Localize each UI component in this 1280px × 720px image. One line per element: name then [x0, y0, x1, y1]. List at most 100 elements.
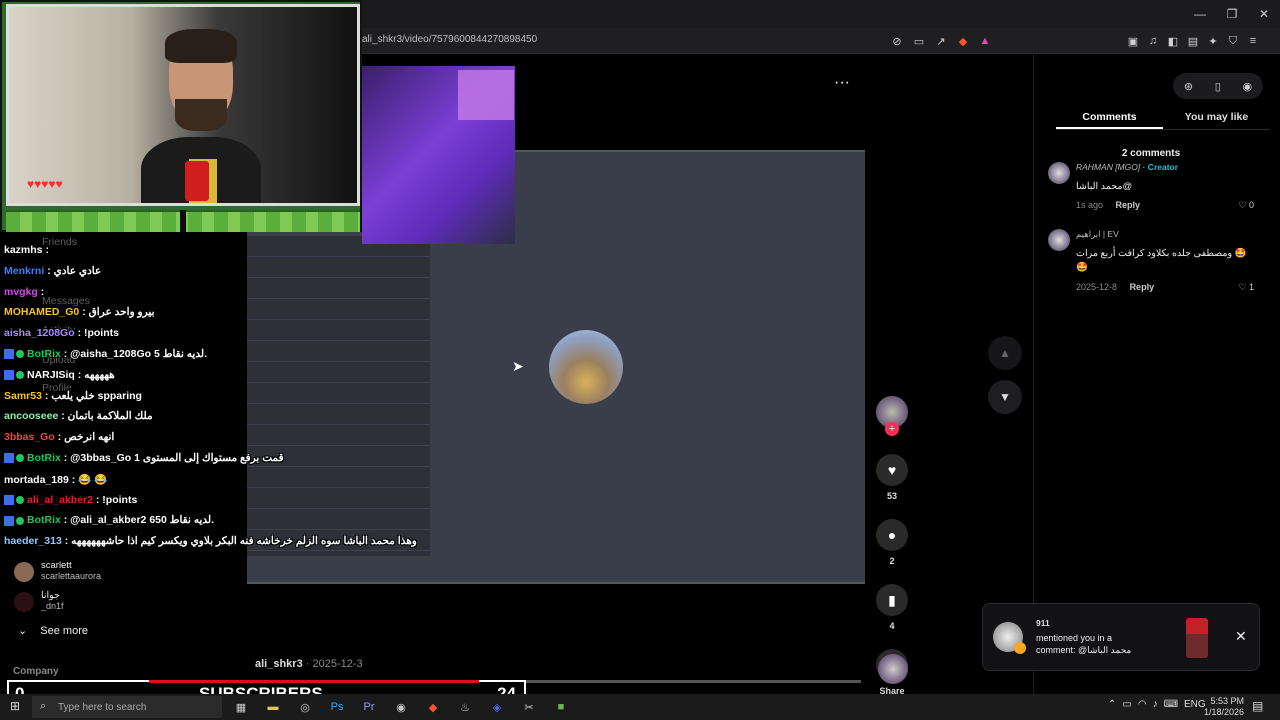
mention-notification[interactable]: 911 mentioned you in a comment: @محمد ال… — [982, 603, 1260, 671]
network-icon[interactable]: ▭ — [1122, 699, 1131, 710]
chat-message: 3bbas_Go : انهه انرخص — [4, 431, 114, 443]
start-windows-icon[interactable]: ⊞ — [10, 699, 20, 713]
sound-avatar[interactable] — [878, 654, 908, 684]
following-name: جوانا — [41, 590, 60, 601]
tab-you-may-like[interactable]: You may like — [1163, 108, 1270, 129]
chat-username[interactable]: ali_al_akber2 — [27, 494, 93, 506]
comment-author[interactable]: ابراهيم | EV — [1076, 229, 1119, 240]
comment-avatar[interactable] — [1048, 229, 1070, 251]
chat-message: aisha_1208Go : !points — [4, 327, 119, 339]
chevron-down-icon[interactable]: ▼ — [988, 380, 1022, 414]
chat-username[interactable]: haeder_313 — [4, 535, 62, 547]
chat-status-icon — [16, 495, 24, 504]
chevron-up-icon[interactable]: ⌃ — [1108, 699, 1116, 710]
discord-icon[interactable]: ◈ — [486, 696, 508, 718]
comment-like[interactable]: ♡ 0 — [1238, 200, 1254, 211]
mouse-cursor-icon: ➤ — [512, 358, 524, 374]
author-name[interactable]: ali_shkr3 — [255, 658, 303, 670]
webcam-overlay: ♥♥♥♥♥ — [0, 0, 362, 232]
url-field[interactable]: ali_shkr3/video/7579600844270898450 — [362, 34, 537, 45]
sidebar-icon[interactable]: ◧ — [1164, 32, 1182, 50]
steam-icon[interactable]: ♨ — [454, 696, 476, 718]
language-indicator[interactable]: ENG — [1184, 699, 1206, 710]
obs-icon[interactable]: ◉ — [390, 696, 412, 718]
footer-company-link[interactable]: Company — [13, 666, 59, 677]
compass-icon[interactable]: ⊛ — [1184, 80, 1193, 93]
wallet-icon[interactable]: ▤ — [1184, 32, 1202, 50]
task-view-icon[interactable]: ▦ — [230, 696, 252, 718]
minecraft-icon[interactable]: ■ — [550, 696, 572, 718]
premiere-icon[interactable]: Pr — [358, 696, 380, 718]
chat-text: : — [40, 285, 45, 298]
comment-icon[interactable]: ● — [876, 519, 908, 551]
save-count: 4 — [889, 621, 895, 631]
comment-like[interactable]: ♡ 1 — [1238, 282, 1254, 293]
music-icon[interactable]: ♫ — [1144, 32, 1162, 50]
vpn-icon[interactable]: ⛉ — [1224, 32, 1242, 50]
chevron-up-icon[interactable]: ▲ — [988, 336, 1022, 370]
reply-button[interactable]: Reply — [1116, 200, 1141, 210]
tab-comments[interactable]: Comments — [1056, 108, 1163, 129]
chat-text: : !points — [95, 493, 138, 506]
chat-username[interactable]: BotRix — [27, 348, 61, 360]
brave-rewards-icon[interactable]: ▲ — [976, 32, 994, 50]
comment-avatar[interactable] — [1048, 162, 1070, 184]
share-page-icon[interactable]: ↗ — [932, 32, 950, 50]
chat-username[interactable]: ancooseee — [4, 410, 58, 422]
chat-username[interactable]: kazmhs — [4, 244, 43, 256]
chat-username[interactable]: BotRix — [27, 452, 61, 464]
like-icon[interactable]: ♥ — [876, 454, 908, 486]
chat-username[interactable]: mvgkg — [4, 286, 38, 298]
following-item[interactable]: جوانا _dn1f — [14, 590, 154, 618]
wifi-icon[interactable]: ◠ — [1138, 699, 1147, 710]
chat-username[interactable]: BotRix — [27, 514, 61, 526]
webcam-frame: ♥♥♥♥♥ — [6, 4, 360, 206]
reader-icon[interactable]: ▣ — [1124, 32, 1142, 50]
taskbar-clock[interactable]: 5:53 PM 1/18/2026 — [1204, 696, 1244, 718]
chat-username[interactable]: Samr53 — [4, 390, 42, 402]
avatar — [14, 592, 34, 612]
comment-like-count: 1 — [1248, 282, 1254, 292]
minimize-button[interactable]: — — [1184, 0, 1216, 28]
video-center-avatar — [549, 330, 623, 404]
close-icon[interactable]: ✕ — [1235, 628, 1247, 645]
photoshop-icon[interactable]: Ps — [326, 696, 348, 718]
chat-username[interactable]: mortada_189 — [4, 474, 69, 486]
chat-text: : @aisha_1208Go لديه نقاط 5. — [63, 348, 207, 360]
chat-username[interactable]: MOHAMED_G0 — [4, 306, 79, 318]
comment-item: RAHMAN [MGO] · Creator محمد الباشا@ 1s a… — [1048, 162, 1258, 212]
chat-username[interactable]: aisha_1208Go — [4, 327, 75, 339]
reply-button[interactable]: Reply — [1130, 282, 1155, 292]
chevron-down-icon: ⌄ — [18, 625, 28, 637]
chat-message: BotRix : @3bbas_Go قمت برفع مستواك إلى ا… — [4, 452, 284, 464]
menu-icon[interactable]: ≡ — [1244, 32, 1262, 50]
following-item[interactable]: scarlett scarlettaaurora — [14, 560, 154, 588]
chat-message: Samr53 : خلي يلعب spparing — [4, 390, 142, 402]
maximize-button[interactable]: ❐ — [1216, 0, 1248, 28]
device-icon[interactable]: ▯ — [1215, 80, 1221, 93]
translate-icon[interactable]: ⊘ — [888, 32, 906, 50]
bookmark-icon[interactable]: ▮ — [876, 584, 908, 616]
chat-username[interactable]: NARJISiq — [27, 369, 75, 381]
chat-username[interactable]: Menkrni — [4, 265, 44, 277]
brave-icon[interactable]: ◆ — [422, 696, 444, 718]
notification-center-icon[interactable]: ▤ — [1252, 699, 1263, 713]
chat-username[interactable]: 3bbas_Go — [4, 431, 55, 443]
leo-icon[interactable]: ✦ — [1204, 32, 1222, 50]
file-explorer-icon[interactable]: ▬ — [262, 696, 284, 718]
close-window-button[interactable]: ✕ — [1248, 0, 1280, 28]
see-more-link[interactable]: ⌄ See more — [18, 624, 88, 637]
cast-icon[interactable]: ▭ — [910, 32, 928, 50]
streamer-hair — [165, 29, 237, 63]
brave-shield-icon[interactable]: ◆ — [954, 32, 972, 50]
chrome-icon[interactable]: ◎ — [294, 696, 316, 718]
profile-avatar-icon[interactable]: ◉ — [1243, 80, 1253, 93]
taskbar-search[interactable]: ⌕ Type here to search — [32, 696, 222, 718]
chat-text: : @3bbas_Go قمت برفع مستواك إلى المستوى … — [63, 452, 284, 464]
capcut-icon[interactable]: ✂ — [518, 696, 540, 718]
more-options-button[interactable]: ··· — [834, 74, 850, 92]
volume-icon[interactable]: ♪ — [1153, 699, 1158, 710]
comment-author[interactable]: RAHMAN [MGO] · Creator — [1076, 162, 1178, 172]
follow-plus-icon[interactable]: + — [885, 422, 899, 436]
keyboard-icon[interactable]: ⌨ — [1164, 699, 1178, 710]
